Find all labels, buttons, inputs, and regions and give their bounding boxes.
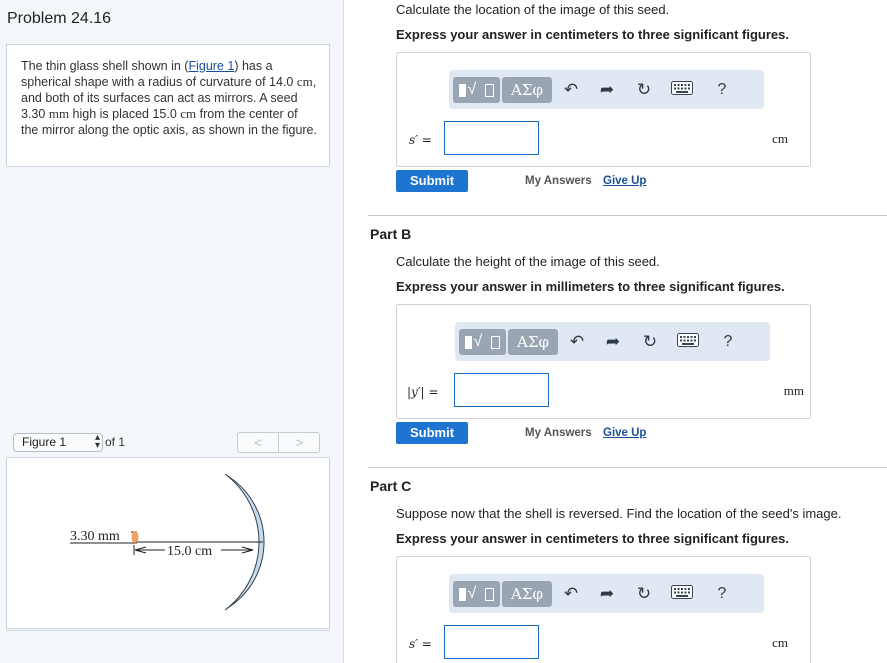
partB-answer-input[interactable] [454, 373, 549, 407]
help-icon[interactable]: ? [710, 78, 734, 102]
redo-icon[interactable]: ➦ [595, 78, 619, 102]
partA-math-toolbar: √ ΑΣφ ↶ ➦ ↻ ? [449, 70, 764, 109]
figure-footer [6, 630, 330, 663]
partA-answer-box: √ ΑΣφ ↶ ➦ ↻ ? s′ = cm [396, 52, 811, 167]
greek-symbols-button[interactable]: ΑΣφ [502, 77, 552, 103]
partA-unit: cm [772, 131, 788, 146]
select-arrows-icon: ▴ ▾ [94, 432, 100, 451]
partB-my-answers-link[interactable]: My Answers [525, 427, 592, 439]
redo-icon[interactable]: ➦ [595, 582, 619, 606]
undo-icon[interactable]: ↶ [559, 582, 583, 606]
figure-diagram: 3.30 mm 15.0 cm [70, 473, 265, 611]
figure-panel: 3.30 mm 15.0 cm [6, 457, 330, 629]
figure-count-label: of 1 [105, 435, 126, 449]
partA-question: Calculate the location of the image of t… [396, 2, 670, 17]
templates-button[interactable]: √ [453, 77, 500, 103]
partB-title: Part B [370, 226, 412, 242]
partB-instruction: Express your answer in millimeters to th… [396, 279, 785, 294]
problem-statement: The thin glass shell shown in (Figure 1)… [6, 44, 330, 167]
partA-answer-input[interactable] [444, 121, 539, 155]
greek-symbols-button[interactable]: ΑΣφ [508, 329, 558, 355]
templates-icon: √ [463, 332, 503, 352]
undo-icon[interactable]: ↶ [565, 330, 589, 354]
reset-icon[interactable]: ↻ [632, 78, 656, 102]
partA-submit-button[interactable]: Submit [396, 170, 468, 192]
partC-question: Suppose now that the shell is reversed. … [396, 506, 842, 521]
figure-select[interactable]: Figure 1 ▴ ▾ [13, 433, 103, 452]
partB-math-toolbar: √ ΑΣφ ↶ ➦ ↻ ? [455, 322, 770, 361]
partC-variable-label: s′ = [409, 637, 432, 651]
previous-figure-button[interactable]: < [238, 433, 279, 452]
partB-question: Calculate the height of the image of thi… [396, 254, 660, 269]
keyboard-icon[interactable] [670, 582, 694, 606]
problem-panel: Problem 24.16 The thin glass shell shown… [0, 0, 344, 663]
partB-submit-button[interactable]: Submit [396, 422, 468, 444]
partA-give-up-link[interactable]: Give Up [603, 175, 646, 187]
help-icon[interactable]: ? [716, 330, 740, 354]
seed [131, 531, 139, 543]
partB-give-up-link[interactable]: Give Up [603, 427, 646, 439]
partC-unit: cm [772, 635, 788, 650]
problem-title: Problem 24.16 [7, 10, 112, 27]
templates-icon: √ [457, 80, 497, 100]
figure-nav-bar: Figure 1 ▴ ▾ of 1 < > [10, 432, 330, 454]
questions-panel: Calculate the location of the image of t… [344, 0, 887, 663]
seed-height-label: 3.30 mm [70, 529, 120, 544]
templates-button[interactable]: √ [453, 581, 500, 607]
figure-link[interactable]: Figure 1 [188, 59, 234, 73]
reset-icon[interactable]: ↻ [632, 582, 656, 606]
help-icon[interactable]: ? [710, 582, 734, 606]
partC-math-toolbar: √ ΑΣφ ↶ ➦ ↻ ? [449, 574, 764, 613]
partC-instruction: Express your answer in centimeters to th… [396, 531, 790, 546]
redo-icon[interactable]: ➦ [601, 330, 625, 354]
templates-icon: √ [457, 584, 497, 604]
partC-answer-box: √ ΑΣφ ↶ ➦ ↻ ? s′ = cm [396, 556, 811, 663]
part-divider [368, 467, 887, 468]
templates-button[interactable]: √ [459, 329, 506, 355]
greek-symbols-button[interactable]: ΑΣφ [502, 581, 552, 607]
keyboard-icon[interactable] [670, 78, 694, 102]
distance-label: 15.0 cm [167, 544, 212, 559]
part-divider [368, 215, 887, 216]
keyboard-icon[interactable] [676, 330, 700, 354]
figure-pager: < > [237, 432, 320, 453]
next-figure-button[interactable]: > [279, 433, 320, 452]
reset-icon[interactable]: ↻ [638, 330, 662, 354]
partC-title: Part C [370, 478, 412, 494]
partA-my-answers-link[interactable]: My Answers [525, 175, 592, 187]
partB-variable-label: |y′| = [407, 385, 439, 399]
partB-answer-box: √ ΑΣφ ↶ ➦ ↻ ? |y′| = mm [396, 304, 811, 419]
partA-variable-label: s′ = [409, 133, 432, 147]
partB-unit: mm [783, 383, 804, 398]
partA-instruction: Express your answer in centimeters to th… [396, 27, 790, 42]
undo-icon[interactable]: ↶ [559, 78, 583, 102]
partC-answer-input[interactable] [444, 625, 539, 659]
